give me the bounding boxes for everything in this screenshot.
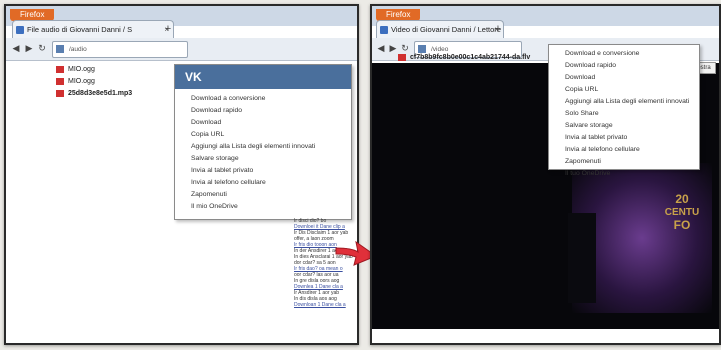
menu-item-onedrive[interactable]: Il tuo OneDrive	[549, 168, 699, 180]
new-tab-button[interactable]: +	[162, 22, 174, 36]
video-frame-tower	[568, 213, 596, 303]
file-list-item-selected[interactable]: cf7b8b9fc8b0e00c1c4ab21744-da.flv	[398, 52, 530, 63]
menu-item-copy-url[interactable]: Copia URL	[175, 129, 351, 141]
file-type-icon	[398, 54, 406, 61]
menu-item-download-fast[interactable]: Download rapido	[175, 105, 351, 117]
tab-title-suffix: / S	[122, 25, 133, 34]
screenshot-right: Firefox Video di Giovanni Danni / Lettor…	[370, 4, 721, 345]
file-list-item[interactable]: MIO.ogg	[56, 64, 95, 75]
menu-item-save-storage[interactable]: Salvare storage	[175, 153, 351, 165]
tab-title: Video di Giovanni Danni	[391, 25, 472, 34]
file-list-item[interactable]: MIO.ogg	[56, 76, 95, 87]
context-menu: Download e conversione Download rapido D…	[548, 44, 700, 177]
menu-item-add-list[interactable]: Aggiungi alla Lista degli elementi innov…	[175, 141, 351, 153]
menu-item-download-convert[interactable]: Download e conversione	[549, 48, 699, 60]
screenshot-left: Firefox File audio di Giovanni Danni / S…	[4, 4, 359, 345]
forward-icon[interactable]: ▶	[388, 43, 398, 53]
navigation-bar: ◀ ▶ ↻ /audio	[6, 38, 357, 61]
menu-items: Download e conversione Download rapido D…	[549, 45, 699, 180]
back-icon[interactable]: ◀	[11, 43, 21, 53]
new-tab-button[interactable]: +	[492, 22, 504, 36]
studio-logo: 20 CENTU FO	[654, 193, 710, 232]
file-name: cf7b8b9fc8b0e00c1c4ab21744-da.flv	[410, 54, 531, 61]
back-icon[interactable]: ◀	[376, 43, 386, 53]
logo-line: 20	[675, 192, 689, 206]
menu-item-download[interactable]: Download	[549, 72, 699, 84]
file-type-icon	[56, 78, 64, 85]
tab-active[interactable]: File audio di Giovanni Danni / S ×	[12, 20, 174, 39]
menu-item-add-list[interactable]: Aggiungi alla Lista degli elementi innov…	[549, 96, 699, 108]
tab-active[interactable]: Video di Giovanni Danni / Lettore ×	[376, 20, 504, 39]
reload-icon[interactable]: ↻	[37, 43, 47, 53]
menu-item-download-convert[interactable]: Download a conversione	[175, 93, 351, 105]
menu-item-download-fast[interactable]: Download rapido	[549, 60, 699, 72]
text-link[interactable]: Downloan 1 Dane cla a	[294, 302, 354, 308]
menu-item-download[interactable]: Download	[175, 117, 351, 129]
tab-favicon-icon	[16, 26, 24, 34]
menu-item-save-storage[interactable]: Salvare storage	[549, 120, 699, 132]
address-text: /audio	[69, 46, 87, 53]
file-type-icon	[56, 90, 64, 97]
menu-item-zapomenuti[interactable]: Zapomenuti	[549, 156, 699, 168]
tab-title: File audio di Giovanni Danni	[27, 25, 121, 34]
context-menu: VK Download a conversione Download rapid…	[174, 64, 352, 220]
menu-item-send-phone[interactable]: Invia al telefono cellulare	[175, 177, 351, 189]
menu-item-zapomenuti[interactable]: Zapomenuti	[175, 189, 351, 201]
file-name: MIO.ogg	[68, 66, 95, 73]
tab-favicon-icon	[380, 26, 388, 34]
file-name: MIO.ogg	[68, 78, 95, 85]
vk-logo-header: VK	[175, 65, 351, 89]
menu-item-onedrive[interactable]: Il mio OneDrive	[175, 201, 351, 213]
menu-item-solo-share[interactable]: Solo Share	[549, 108, 699, 120]
file-list-item-selected[interactable]: 25d8d3e8e5d1.mp3	[56, 88, 132, 99]
menu-item-send-phone[interactable]: Invia al telefono cellulare	[549, 144, 699, 156]
menu-item-copy-url[interactable]: Copia URL	[549, 84, 699, 96]
menu-item-send-tablet[interactable]: Invia al tablet privato	[549, 132, 699, 144]
menu-item-send-tablet[interactable]: Invia al tablet privato	[175, 165, 351, 177]
address-bar[interactable]: /audio	[52, 41, 188, 58]
logo-line: FO	[673, 218, 691, 232]
menu-items: Download a conversione Download rapido D…	[175, 89, 351, 213]
forward-icon[interactable]: ▶	[24, 43, 34, 53]
site-identity-icon	[56, 45, 64, 53]
file-type-icon	[56, 66, 64, 73]
file-name: 25d8d3e8e5d1.mp3	[68, 90, 133, 97]
